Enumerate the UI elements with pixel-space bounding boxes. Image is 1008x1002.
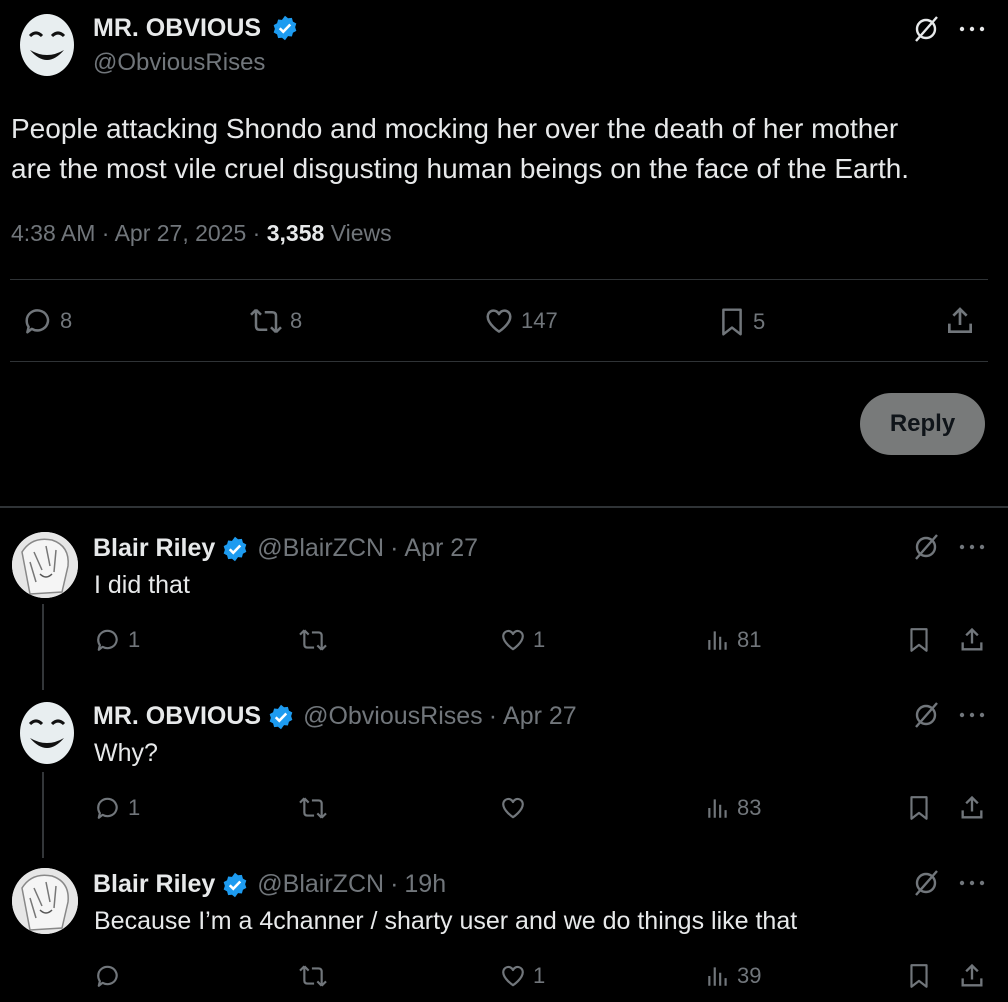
views-button[interactable]: 83 <box>705 795 761 821</box>
share-button[interactable] <box>958 794 986 822</box>
like-button[interactable]: 1 <box>499 627 545 653</box>
reply-text: I did that <box>94 571 190 599</box>
reply-submit-label: Reply <box>889 410 956 437</box>
reply-button[interactable]: 1 <box>94 795 140 821</box>
separator: · <box>488 702 498 730</box>
bookmark-icon <box>906 794 932 822</box>
post-text-line: are the most vile cruel disgusting human… <box>11 153 910 184</box>
share-button[interactable] <box>958 626 986 654</box>
reply-button[interactable]: 8 <box>22 306 72 336</box>
views-label: Views <box>330 220 392 246</box>
bookmark-button[interactable] <box>906 962 932 990</box>
post-date[interactable]: Apr 27, 2025 <box>115 220 247 246</box>
like-button[interactable] <box>499 795 533 821</box>
more-icon[interactable] <box>958 26 986 32</box>
grok-icon[interactable] <box>911 700 941 730</box>
repost-button[interactable] <box>297 627 335 653</box>
post-meta: 4:38 AM · Apr 27, 2025 · 3,358 Views <box>11 220 392 246</box>
post-text: People attacking Shondo and mocking her … <box>11 109 909 189</box>
grok-icon[interactable] <box>911 868 941 898</box>
share-icon <box>944 305 976 337</box>
verified-badge-icon <box>221 535 249 563</box>
post-date[interactable]: 19h <box>404 870 446 899</box>
reply-button[interactable] <box>94 963 128 989</box>
bookmark-button[interactable]: 5 <box>717 306 765 338</box>
reply-submit-button[interactable]: Reply <box>860 393 985 455</box>
share-button[interactable] <box>944 305 976 337</box>
author-name[interactable]: Blair Riley <box>93 870 215 899</box>
views-count: 39 <box>737 963 762 988</box>
reply-count: 8 <box>60 308 73 333</box>
like-button[interactable]: 1 <box>499 963 545 989</box>
separator: · <box>390 870 399 898</box>
avatar[interactable] <box>18 700 76 766</box>
grok-icon[interactable] <box>911 532 941 562</box>
views-count: 83 <box>737 795 762 820</box>
bookmark-button[interactable] <box>906 626 932 654</box>
repost-button[interactable]: 8 <box>248 306 302 336</box>
author-handle[interactable]: @ObviousRises <box>93 49 265 77</box>
verified-badge-icon <box>221 871 249 899</box>
views-count: 3,358 <box>266 220 325 246</box>
avatar[interactable] <box>18 12 76 78</box>
more-icon[interactable] <box>958 544 986 550</box>
verified-badge-icon <box>267 703 295 731</box>
like-count: 1 <box>533 627 546 652</box>
share-icon <box>958 794 986 822</box>
reply-header: MR. OBVIOUS @ObviousRises · Apr 27 <box>93 702 577 731</box>
post-date[interactable]: Apr 27 <box>503 702 577 731</box>
share-button[interactable] <box>958 962 986 990</box>
author-name[interactable]: Blair Riley <box>93 534 215 563</box>
views-count: 81 <box>737 627 762 652</box>
like-count: 147 <box>521 308 558 333</box>
author-handle[interactable]: @ObviousRises <box>303 702 483 731</box>
repost-button[interactable] <box>297 795 335 821</box>
divider <box>10 279 988 280</box>
divider <box>0 506 1008 508</box>
post-date[interactable]: Apr 27 <box>404 534 478 563</box>
share-icon <box>958 962 986 990</box>
bookmark-icon <box>906 962 932 990</box>
post-text-line: People attacking Shondo and mocking her … <box>11 113 899 144</box>
post-time[interactable]: 4:38 AM <box>11 220 95 246</box>
reply-header: Blair Riley @BlairZCN · Apr 27 <box>93 534 478 563</box>
reply-text: Because I’m a 4channer / sharty user and… <box>94 907 798 935</box>
divider <box>10 361 988 362</box>
avatar[interactable] <box>12 868 78 934</box>
repost-button[interactable] <box>297 963 335 989</box>
verified-badge-icon <box>271 14 299 42</box>
repost-count: 8 <box>290 308 303 333</box>
author-name[interactable]: MR. OBVIOUS <box>93 702 261 731</box>
more-icon[interactable] <box>958 712 986 718</box>
views-button[interactable]: 39 <box>705 963 761 989</box>
grok-icon[interactable] <box>911 14 941 44</box>
thread-line <box>42 604 44 690</box>
bookmark-count: 5 <box>753 309 766 334</box>
avatar[interactable] <box>12 532 78 598</box>
like-count: 1 <box>533 963 546 988</box>
author-handle[interactable]: @BlairZCN <box>257 534 384 563</box>
views-button[interactable]: 81 <box>705 627 761 653</box>
reply-button[interactable]: 1 <box>94 627 140 653</box>
reply-count: 1 <box>128 795 141 820</box>
more-icon[interactable] <box>958 880 986 886</box>
reply-header: Blair Riley @BlairZCN · 19h <box>93 870 446 899</box>
separator: · <box>390 534 399 562</box>
share-icon <box>958 626 986 654</box>
thread-line <box>42 772 44 858</box>
bookmark-button[interactable] <box>906 794 932 822</box>
reply-count: 1 <box>128 627 141 652</box>
bookmark-icon <box>906 626 932 654</box>
author-name[interactable]: MR. OBVIOUS <box>93 14 261 43</box>
reply-text: Why? <box>94 739 158 767</box>
author-handle[interactable]: @BlairZCN <box>257 870 384 899</box>
like-button[interactable]: 147 <box>483 306 558 336</box>
